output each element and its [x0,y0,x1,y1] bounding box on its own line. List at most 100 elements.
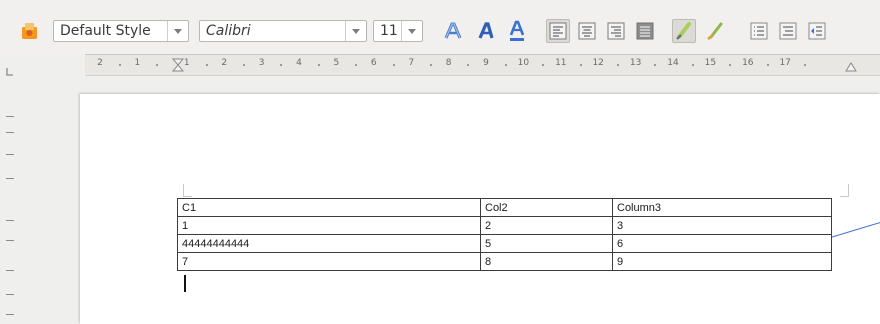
table-cell[interactable]: 6 [612,234,832,253]
table-cell[interactable]: 44444444444 [177,234,481,253]
shadow-font-button[interactable] [474,19,498,43]
ruler-number: 13 [629,58,642,68]
ruler-tick [242,64,245,66]
ruler-number: 14 [667,58,679,68]
table-cell[interactable]: 8 [480,252,613,271]
ruler-tick [205,64,208,66]
ruler-tick [118,64,121,66]
right-indent-marker-icon[interactable] [845,57,857,72]
table-row: 123 [177,216,832,235]
ruler-tick [729,64,732,66]
ruler-tick [616,64,619,66]
clear-formatting-icon [706,21,726,41]
bullets-button[interactable] [747,19,771,43]
table-cell[interactable]: 9 [612,252,832,271]
shadow-font-icon [476,21,496,41]
vertical-ruler-tick [6,240,14,241]
tab-stop-selector-icon[interactable] [6,62,14,76]
table-header-row: C1 Col2 Column3 [177,198,832,217]
ruler-number: 6 [370,58,377,68]
highlighting-color-button[interactable] [672,19,696,43]
numbering-button[interactable] [776,19,800,43]
text-cursor [184,275,186,292]
table-cell[interactable]: C1 [177,198,481,217]
ruler-number: 8 [445,58,452,68]
ruler-number: 1 [134,58,141,68]
formatting-toolbar: Default Style Calibri 11 [0,0,880,56]
table-cell[interactable]: 2 [480,216,613,235]
table-cell[interactable]: 7 [177,252,481,271]
chevron-down-icon[interactable] [167,21,188,41]
ruler-tick [654,64,657,66]
vertical-ruler-tick [6,132,14,133]
numbering-icon [779,22,797,40]
table-cell[interactable]: 1 [177,216,481,235]
table-cell[interactable]: 3 [612,216,832,235]
text-boundary-corner [183,184,192,197]
text-boundary-corner [840,184,849,197]
ruler-number: 16 [742,58,754,68]
chevron-down-icon[interactable] [401,21,422,41]
vertical-ruler-tick [6,270,14,271]
align-center-button[interactable] [575,19,599,43]
bullets-icon [750,22,768,40]
table-row: 789 [177,252,832,271]
ruler-tick [429,64,432,66]
indent-marker-icon[interactable] [171,57,185,72]
vertical-ruler-tick [6,294,14,295]
ruler-tick [691,64,694,66]
document-page[interactable]: C1 Col2 Column3 1 2 3 44444444444 5 6 7 8 9 [80,94,880,324]
ruler-number: 2 [97,58,103,68]
ruler-tick [355,64,358,66]
table-cell[interactable]: Col2 [480,198,613,217]
ruler-tick [156,64,159,66]
table-cell[interactable]: Column3 [612,198,832,217]
justify-button[interactable] [633,19,657,43]
outline-font-effect-button[interactable] [441,19,465,43]
font-color-button[interactable] [505,19,529,43]
vertical-ruler-tick [6,220,14,221]
table-cell[interactable]: 5 [480,234,613,253]
align-left-button[interactable] [546,19,570,43]
vertical-ruler[interactable] [0,80,20,324]
ruler-tick [467,64,470,66]
align-right-button[interactable] [604,19,628,43]
ruler-number: 12 [592,58,604,68]
chevron-down-icon[interactable] [345,21,366,41]
font-size-combo[interactable]: 11 [373,20,423,42]
decrease-indent-icon [808,22,826,40]
ruler-number: 5 [333,58,340,68]
vertical-ruler-tick [6,178,14,179]
styles-icon[interactable] [20,22,39,41]
clear-formatting-button[interactable] [704,19,728,43]
highlighting-color-icon [674,21,694,41]
document-table[interactable]: C1 Col2 Column3 1 2 3 44444444444 5 6 7 8 9 [177,198,832,271]
align-right-icon [607,22,625,40]
ruler-tick [542,64,545,66]
horizontal-ruler[interactable]: 2 1 1 2 3 4 5 6 7 8 9 10 11 12 13 14 15 16 17 [85,54,880,76]
align-left-icon [549,22,567,40]
ruler-number: 10 [517,58,530,68]
outline-font-effect-icon [443,21,463,41]
font-size-value: 11 [380,23,398,39]
ruler-tick [280,64,283,66]
font-color-icon [507,20,527,42]
vertical-ruler-tick [6,314,14,315]
ruler-tick [579,64,582,66]
ruler-number: 9 [483,58,489,68]
ruler-tick [504,64,507,66]
ruler-tick [766,64,769,66]
decrease-indent-button[interactable] [805,19,829,43]
align-center-icon [578,22,596,40]
ruler-tick [803,64,806,66]
ruler-number: 15 [704,58,717,68]
ruler-number: 11 [555,58,567,68]
ruler-number: 17 [779,58,791,68]
toolbar-row: Default Style Calibri 11 [0,13,880,47]
annotation-line [832,222,880,238]
font-name-combo[interactable]: Calibri [199,20,367,42]
paragraph-style-combo[interactable]: Default Style [53,20,189,42]
ruler-number: 1 [183,58,190,68]
ruler-tick [392,64,395,66]
table-row: 44444444444 5 6 [177,234,832,253]
